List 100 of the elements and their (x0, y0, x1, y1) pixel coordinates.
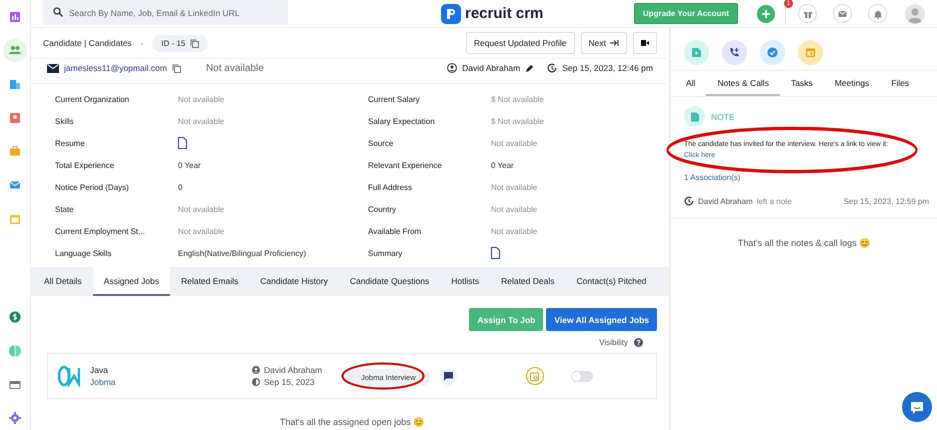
field-label: Skills (55, 116, 75, 126)
comment-button[interactable] (440, 368, 457, 384)
mail-icon[interactable] (833, 4, 852, 23)
view-jobs-button[interactable]: View All Assigned Jobs (546, 308, 657, 331)
tab[interactable]: Related Emails (170, 267, 250, 296)
tab[interactable]: Tasks (780, 71, 824, 96)
schedule-button[interactable] (526, 367, 544, 385)
updated-date: Sep 15, 2023, 12:46 pm (562, 63, 653, 73)
add-note-button[interactable] (684, 40, 709, 65)
visibility-toggle[interactable] (570, 370, 593, 382)
tab[interactable]: All Details (33, 267, 93, 296)
calendar-icon (805, 47, 816, 58)
tab[interactable]: Meetings (824, 71, 880, 96)
plus-icon (761, 8, 771, 18)
document-icon[interactable] (491, 247, 500, 259)
avatar-icon[interactable] (905, 4, 925, 24)
log-call-button[interactable] (722, 40, 747, 65)
video-button[interactable] (633, 32, 657, 54)
logo-text: recruit crm (465, 5, 544, 22)
field-label: Current Salary (368, 94, 421, 104)
request-profile-button[interactable]: Request Updated Profile (466, 32, 575, 54)
field-label: Current Organization (55, 94, 130, 104)
field-value: 0 Year (178, 160, 202, 170)
document-icon[interactable] (178, 137, 187, 149)
owner-name: David Abraham (462, 63, 520, 73)
phone-icon (729, 47, 740, 58)
field-value: $ Not available (491, 94, 545, 104)
tab[interactable]: Contact(s) Pitched (565, 267, 658, 296)
field-value: 0 (178, 182, 184, 192)
field-value: 0 Year (491, 160, 515, 170)
tab[interactable]: Candidate History (249, 267, 339, 296)
tab[interactable]: Files (880, 71, 920, 96)
note-action: left a note (756, 196, 792, 206)
people-icon[interactable] (3, 38, 27, 62)
id-text: ID - 15 (161, 38, 186, 48)
user-icon (252, 366, 260, 374)
field-label: Salary Expectation (368, 116, 436, 126)
company-link[interactable]: Jobma (90, 377, 240, 387)
job-owner: David Abraham (264, 365, 322, 375)
field-label: Current Employment St... (55, 226, 146, 236)
help-icon[interactable] (634, 338, 643, 347)
email-link[interactable]: jamesless11@yopmail.com (64, 63, 167, 73)
note-icon (684, 106, 705, 127)
field-label: State (55, 204, 75, 214)
field-value: Not available (491, 182, 538, 192)
field-label: Summary (368, 248, 404, 258)
field-label: Notice Period (Days) (55, 182, 130, 192)
field-value: Not available (178, 226, 226, 236)
separator-text: - (140, 38, 144, 48)
field-value: Not available (491, 138, 538, 148)
mail-icon (47, 64, 59, 72)
field-label: Relevant Experience (368, 160, 443, 170)
empty-message: That's all the notes & call logs 😊 (736, 238, 872, 248)
add-button[interactable] (757, 4, 775, 22)
next-button[interactable]: Next (580, 32, 627, 54)
check-circle-icon (767, 47, 778, 58)
field-value: Not available (178, 116, 226, 126)
field-value: Not available (491, 204, 538, 214)
clock-icon (252, 378, 260, 386)
gift-icon[interactable] (798, 4, 817, 23)
note-author: David Abraham (698, 196, 753, 206)
field-label: Language Skills (55, 248, 112, 258)
history-icon (547, 63, 558, 73)
pencil-icon[interactable] (525, 64, 534, 72)
arrow-icon (610, 39, 619, 47)
bell-icon[interactable] (868, 4, 887, 23)
field-value: Not available (178, 94, 226, 104)
note-type: NOTE (711, 112, 735, 122)
tab[interactable]: All (675, 71, 706, 96)
field-label: Full Address (368, 182, 414, 192)
tab[interactable]: Related Deals (490, 267, 566, 296)
field-value: English(Native/Bilingual Proficiency) (178, 248, 308, 258)
copy-icon[interactable] (190, 38, 200, 48)
chat-button[interactable] (902, 392, 932, 422)
tab[interactable]: Candidate Questions (338, 267, 440, 296)
field-value: Not available (491, 226, 538, 236)
company-logo-icon (58, 365, 80, 387)
field-label: Total Experience (55, 160, 116, 170)
associations-link[interactable]: 1 Association(s) (684, 173, 937, 182)
job-date: Sep 15, 2023 (264, 377, 315, 387)
history-icon (684, 196, 694, 206)
search-field[interactable]: Search By Name, Job, Email & LinkedIn URL (43, 0, 288, 25)
video-icon (641, 40, 649, 46)
tab[interactable]: Hotlists (440, 267, 490, 296)
field-label: Available From (368, 226, 422, 236)
calendar-icon (530, 372, 540, 380)
job-title[interactable]: Java (90, 365, 240, 375)
add-meeting-button[interactable] (798, 40, 823, 65)
logo-icon (441, 4, 461, 24)
field-value: $ Not available (491, 116, 545, 126)
phone-text: Not available (206, 62, 264, 74)
empty-message: That's all the assigned open jobs 😊 (278, 417, 426, 427)
visibility-label: Visibility (599, 338, 628, 347)
tab[interactable]: Assigned Jobs (92, 267, 170, 296)
copy-icon[interactable] (172, 64, 181, 72)
add-task-button[interactable] (760, 40, 785, 65)
tab[interactable]: Notes & Calls (706, 71, 780, 96)
note-icon (691, 47, 702, 58)
chat-icon (910, 400, 924, 414)
field-value: Not available (178, 204, 226, 214)
